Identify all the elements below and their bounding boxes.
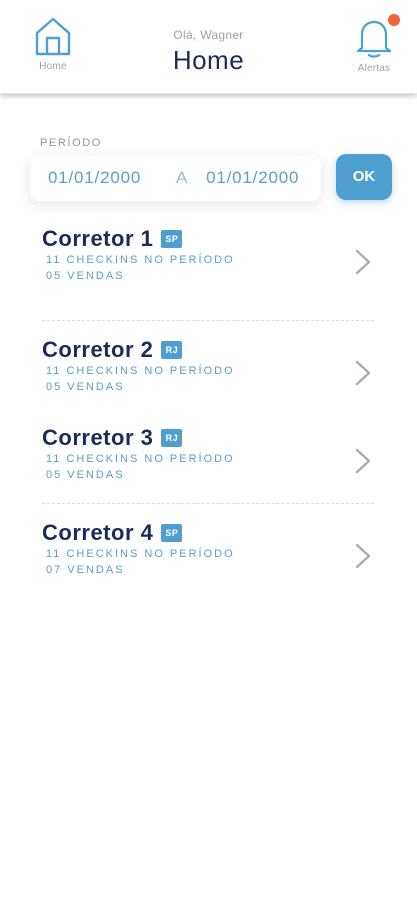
checkins-text: 11 CHECKINS NO PERÍODO — [46, 254, 235, 266]
checkins-text: 11 CHECKINS NO PERÍODO — [46, 453, 235, 465]
app-header: Home Olá, Wagner Home Alertas — [0, 0, 417, 94]
list-item[interactable]: Corretor 2 RJ 11 CHECKINS NO PERÍODO 05 … — [42, 337, 374, 411]
sales-text: 05 VENDAS — [46, 381, 125, 393]
end-date-input[interactable] — [206, 168, 317, 188]
start-date-input[interactable] — [48, 168, 158, 188]
broker-name: Corretor 3 — [42, 425, 154, 450]
alert-badge-dot — [388, 14, 400, 26]
chevron-right-icon — [354, 542, 372, 575]
divider — [42, 503, 374, 504]
broker-list: Corretor 1 SP 11 CHECKINS NO PERÍODO 05 … — [0, 226, 417, 598]
alerts-nav-label: Alertas — [357, 63, 391, 74]
broker-name: Corretor 2 — [42, 337, 154, 362]
ok-button[interactable]: OK — [336, 154, 392, 200]
sales-text: 05 VENDAS — [46, 270, 125, 282]
divider — [42, 320, 374, 321]
broker-name: Corretor 4 — [42, 520, 154, 545]
list-item[interactable]: Corretor 3 RJ 11 CHECKINS NO PERÍODO 05 … — [42, 425, 374, 503]
chevron-right-icon — [354, 359, 372, 392]
sales-text: 07 VENDAS — [46, 564, 125, 576]
broker-name: Corretor 1 — [42, 226, 154, 251]
state-badge: SP — [161, 524, 183, 542]
chevron-right-icon — [354, 248, 372, 281]
sales-text: 05 VENDAS — [46, 469, 125, 481]
date-range-box: A — [30, 155, 321, 201]
checkins-text: 11 CHECKINS NO PERÍODO — [46, 548, 235, 560]
list-item[interactable]: Corretor 1 SP 11 CHECKINS NO PERÍODO 05 … — [42, 226, 374, 304]
state-badge: SP — [161, 230, 183, 248]
chevron-right-icon — [354, 447, 372, 480]
alerts-nav-button[interactable]: Alertas — [344, 14, 404, 74]
date-separator: A — [176, 168, 189, 187]
checkins-text: 11 CHECKINS NO PERÍODO — [46, 365, 235, 377]
period-label: PERÍODO — [40, 137, 102, 149]
state-badge: RJ — [161, 341, 183, 359]
bell-icon — [344, 14, 404, 58]
list-item[interactable]: Corretor 4 SP 11 CHECKINS NO PERÍODO 07 … — [42, 520, 374, 598]
state-badge: RJ — [161, 429, 183, 447]
